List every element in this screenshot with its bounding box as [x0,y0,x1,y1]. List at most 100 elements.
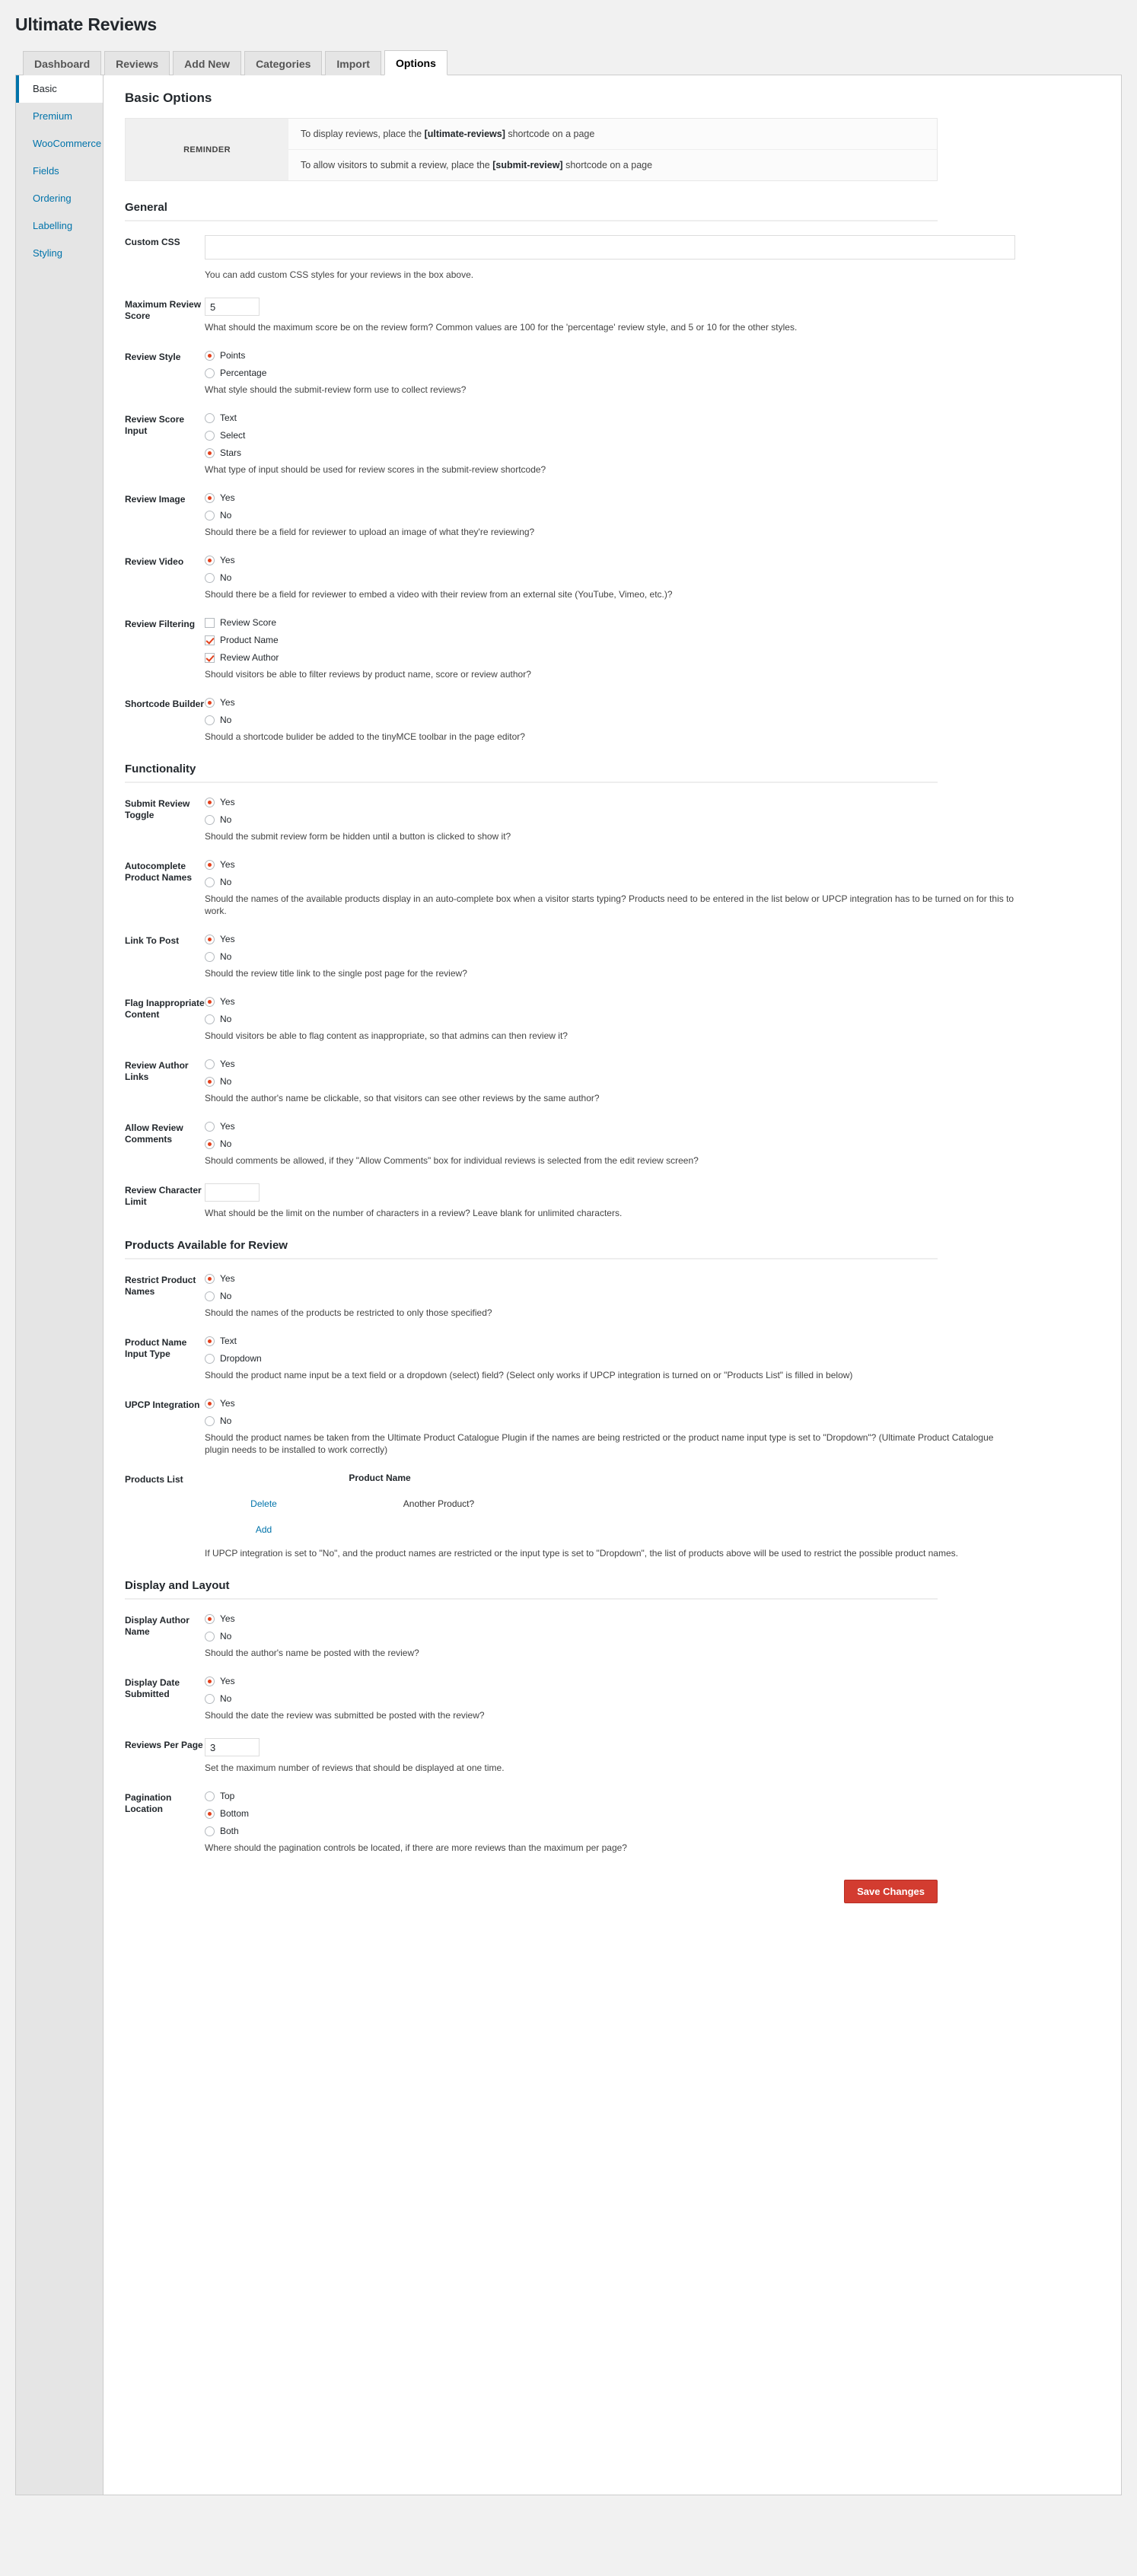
option-display-author-name-no[interactable]: No [205,1631,1100,1641]
radio-icon[interactable] [205,951,215,962]
radio-icon[interactable] [205,447,215,458]
radio-icon[interactable] [205,1336,215,1346]
radio-icon[interactable] [205,1014,215,1024]
radio-icon[interactable] [205,1353,215,1364]
checkbox-icon[interactable] [205,635,215,645]
option-review-score-input-text[interactable]: Text [205,412,1100,423]
option-flag-inappropriate-content-yes[interactable]: Yes [205,996,1100,1007]
radio-icon[interactable] [205,1826,215,1836]
radio-icon[interactable] [205,1059,215,1069]
reviews-per-page-input[interactable] [205,1738,260,1756]
option-display-author-name-yes[interactable]: Yes [205,1613,1100,1624]
option-product-name-input-type-text[interactable]: Text [205,1336,1100,1346]
option-submit-review-toggle-yes[interactable]: Yes [205,797,1100,807]
radio-icon[interactable] [205,1398,215,1409]
option-review-score-input-select[interactable]: Select [205,430,1100,441]
option-upcp-integration-yes[interactable]: Yes [205,1398,1100,1409]
option-flag-inappropriate-content-no[interactable]: No [205,1014,1100,1024]
sidebar-item-premium[interactable]: Premium [16,103,103,130]
option-product-name-input-type-dropdown[interactable]: Dropdown [205,1353,1100,1364]
sidebar-item-fields[interactable]: Fields [16,158,103,185]
option-review-author-links-yes[interactable]: Yes [205,1059,1100,1069]
radio-icon[interactable] [205,1693,215,1704]
radio-icon[interactable] [205,572,215,583]
tab-add-new[interactable]: Add New [173,51,242,75]
option-review-video-yes[interactable]: Yes [205,555,1100,565]
radio-icon[interactable] [205,368,215,378]
option-shortcode-builder-no[interactable]: No [205,715,1100,725]
radio-icon[interactable] [205,1631,215,1641]
option-review-video-no[interactable]: No [205,572,1100,583]
maximum-review-score-input[interactable] [205,298,260,316]
tab-import[interactable]: Import [325,51,381,75]
tab-categories[interactable]: Categories [244,51,323,75]
option-pagination-location-top[interactable]: Top [205,1791,1100,1801]
review-character-limit-input[interactable] [205,1183,260,1202]
checkbox-icon[interactable] [205,652,215,663]
option-pagination-location-bottom[interactable]: Bottom [205,1808,1100,1819]
custom-css-textarea[interactable] [205,235,1015,260]
option-link-to-post-yes[interactable]: Yes [205,934,1100,944]
radio-icon[interactable] [205,1415,215,1426]
radio-icon[interactable] [205,715,215,725]
radio-icon[interactable] [205,412,215,423]
radio-icon[interactable] [205,934,215,944]
option-upcp-integration-no[interactable]: No [205,1415,1100,1426]
tab-reviews[interactable]: Reviews [104,51,170,75]
save-changes-button[interactable]: Save Changes [844,1880,938,1903]
radio-icon[interactable] [205,430,215,441]
option-allow-review-comments-no[interactable]: No [205,1138,1100,1149]
option-autocomplete-product-names-yes[interactable]: Yes [205,859,1100,870]
option-autocomplete-product-names-no[interactable]: No [205,877,1100,887]
radio-icon[interactable] [205,510,215,521]
radio-icon[interactable] [205,555,215,565]
radio-icon[interactable] [205,859,215,870]
form-row-display-date-submitted: Display Date Submitted Yes No Should the da… [125,1676,1100,1721]
radio-icon[interactable] [205,492,215,503]
delete-product-link[interactable]: Delete [205,1498,323,1509]
option-label: No [220,1014,232,1024]
sidebar-item-basic[interactable]: Basic [16,75,103,103]
option-display-date-submitted-no[interactable]: No [205,1693,1100,1704]
radio-icon[interactable] [205,1121,215,1132]
option-pagination-location-both[interactable]: Both [205,1826,1100,1836]
radio-icon[interactable] [205,1291,215,1301]
option-restrict-product-names-yes[interactable]: Yes [205,1273,1100,1284]
sidebar-item-woocommerce[interactable]: WooCommerce [16,130,103,158]
option-review-style-points[interactable]: Points [205,350,1100,361]
radio-icon[interactable] [205,1613,215,1624]
option-review-filtering-review-author[interactable]: Review Author [205,652,1100,663]
tab-dashboard[interactable]: Dashboard [23,51,102,75]
radio-icon[interactable] [205,814,215,825]
radio-icon[interactable] [205,1076,215,1087]
radio-icon[interactable] [205,797,215,807]
option-allow-review-comments-yes[interactable]: Yes [205,1121,1100,1132]
option-review-author-links-no[interactable]: No [205,1076,1100,1087]
add-product-link[interactable]: Add [205,1524,323,1535]
option-display-date-submitted-yes[interactable]: Yes [205,1676,1100,1686]
option-review-filtering-product-name[interactable]: Product Name [205,635,1100,645]
radio-icon[interactable] [205,1791,215,1801]
radio-icon[interactable] [205,1273,215,1284]
option-review-image-no[interactable]: No [205,510,1100,521]
radio-icon[interactable] [205,1138,215,1149]
sidebar-item-styling[interactable]: Styling [16,240,103,267]
radio-icon[interactable] [205,1808,215,1819]
option-link-to-post-no[interactable]: No [205,951,1100,962]
option-review-image-yes[interactable]: Yes [205,492,1100,503]
sidebar-item-labelling[interactable]: Labelling [16,212,103,240]
radio-icon[interactable] [205,1676,215,1686]
tab-options[interactable]: Options [384,50,447,75]
radio-icon[interactable] [205,877,215,887]
checkbox-icon[interactable] [205,617,215,628]
option-submit-review-toggle-no[interactable]: No [205,814,1100,825]
option-review-style-percentage[interactable]: Percentage [205,368,1100,378]
option-shortcode-builder-yes[interactable]: Yes [205,697,1100,708]
option-review-score-input-stars[interactable]: Stars [205,447,1100,458]
radio-icon[interactable] [205,350,215,361]
radio-icon[interactable] [205,996,215,1007]
sidebar-item-ordering[interactable]: Ordering [16,185,103,212]
radio-icon[interactable] [205,697,215,708]
option-review-filtering-review-score[interactable]: Review Score [205,617,1100,628]
option-restrict-product-names-no[interactable]: No [205,1291,1100,1301]
